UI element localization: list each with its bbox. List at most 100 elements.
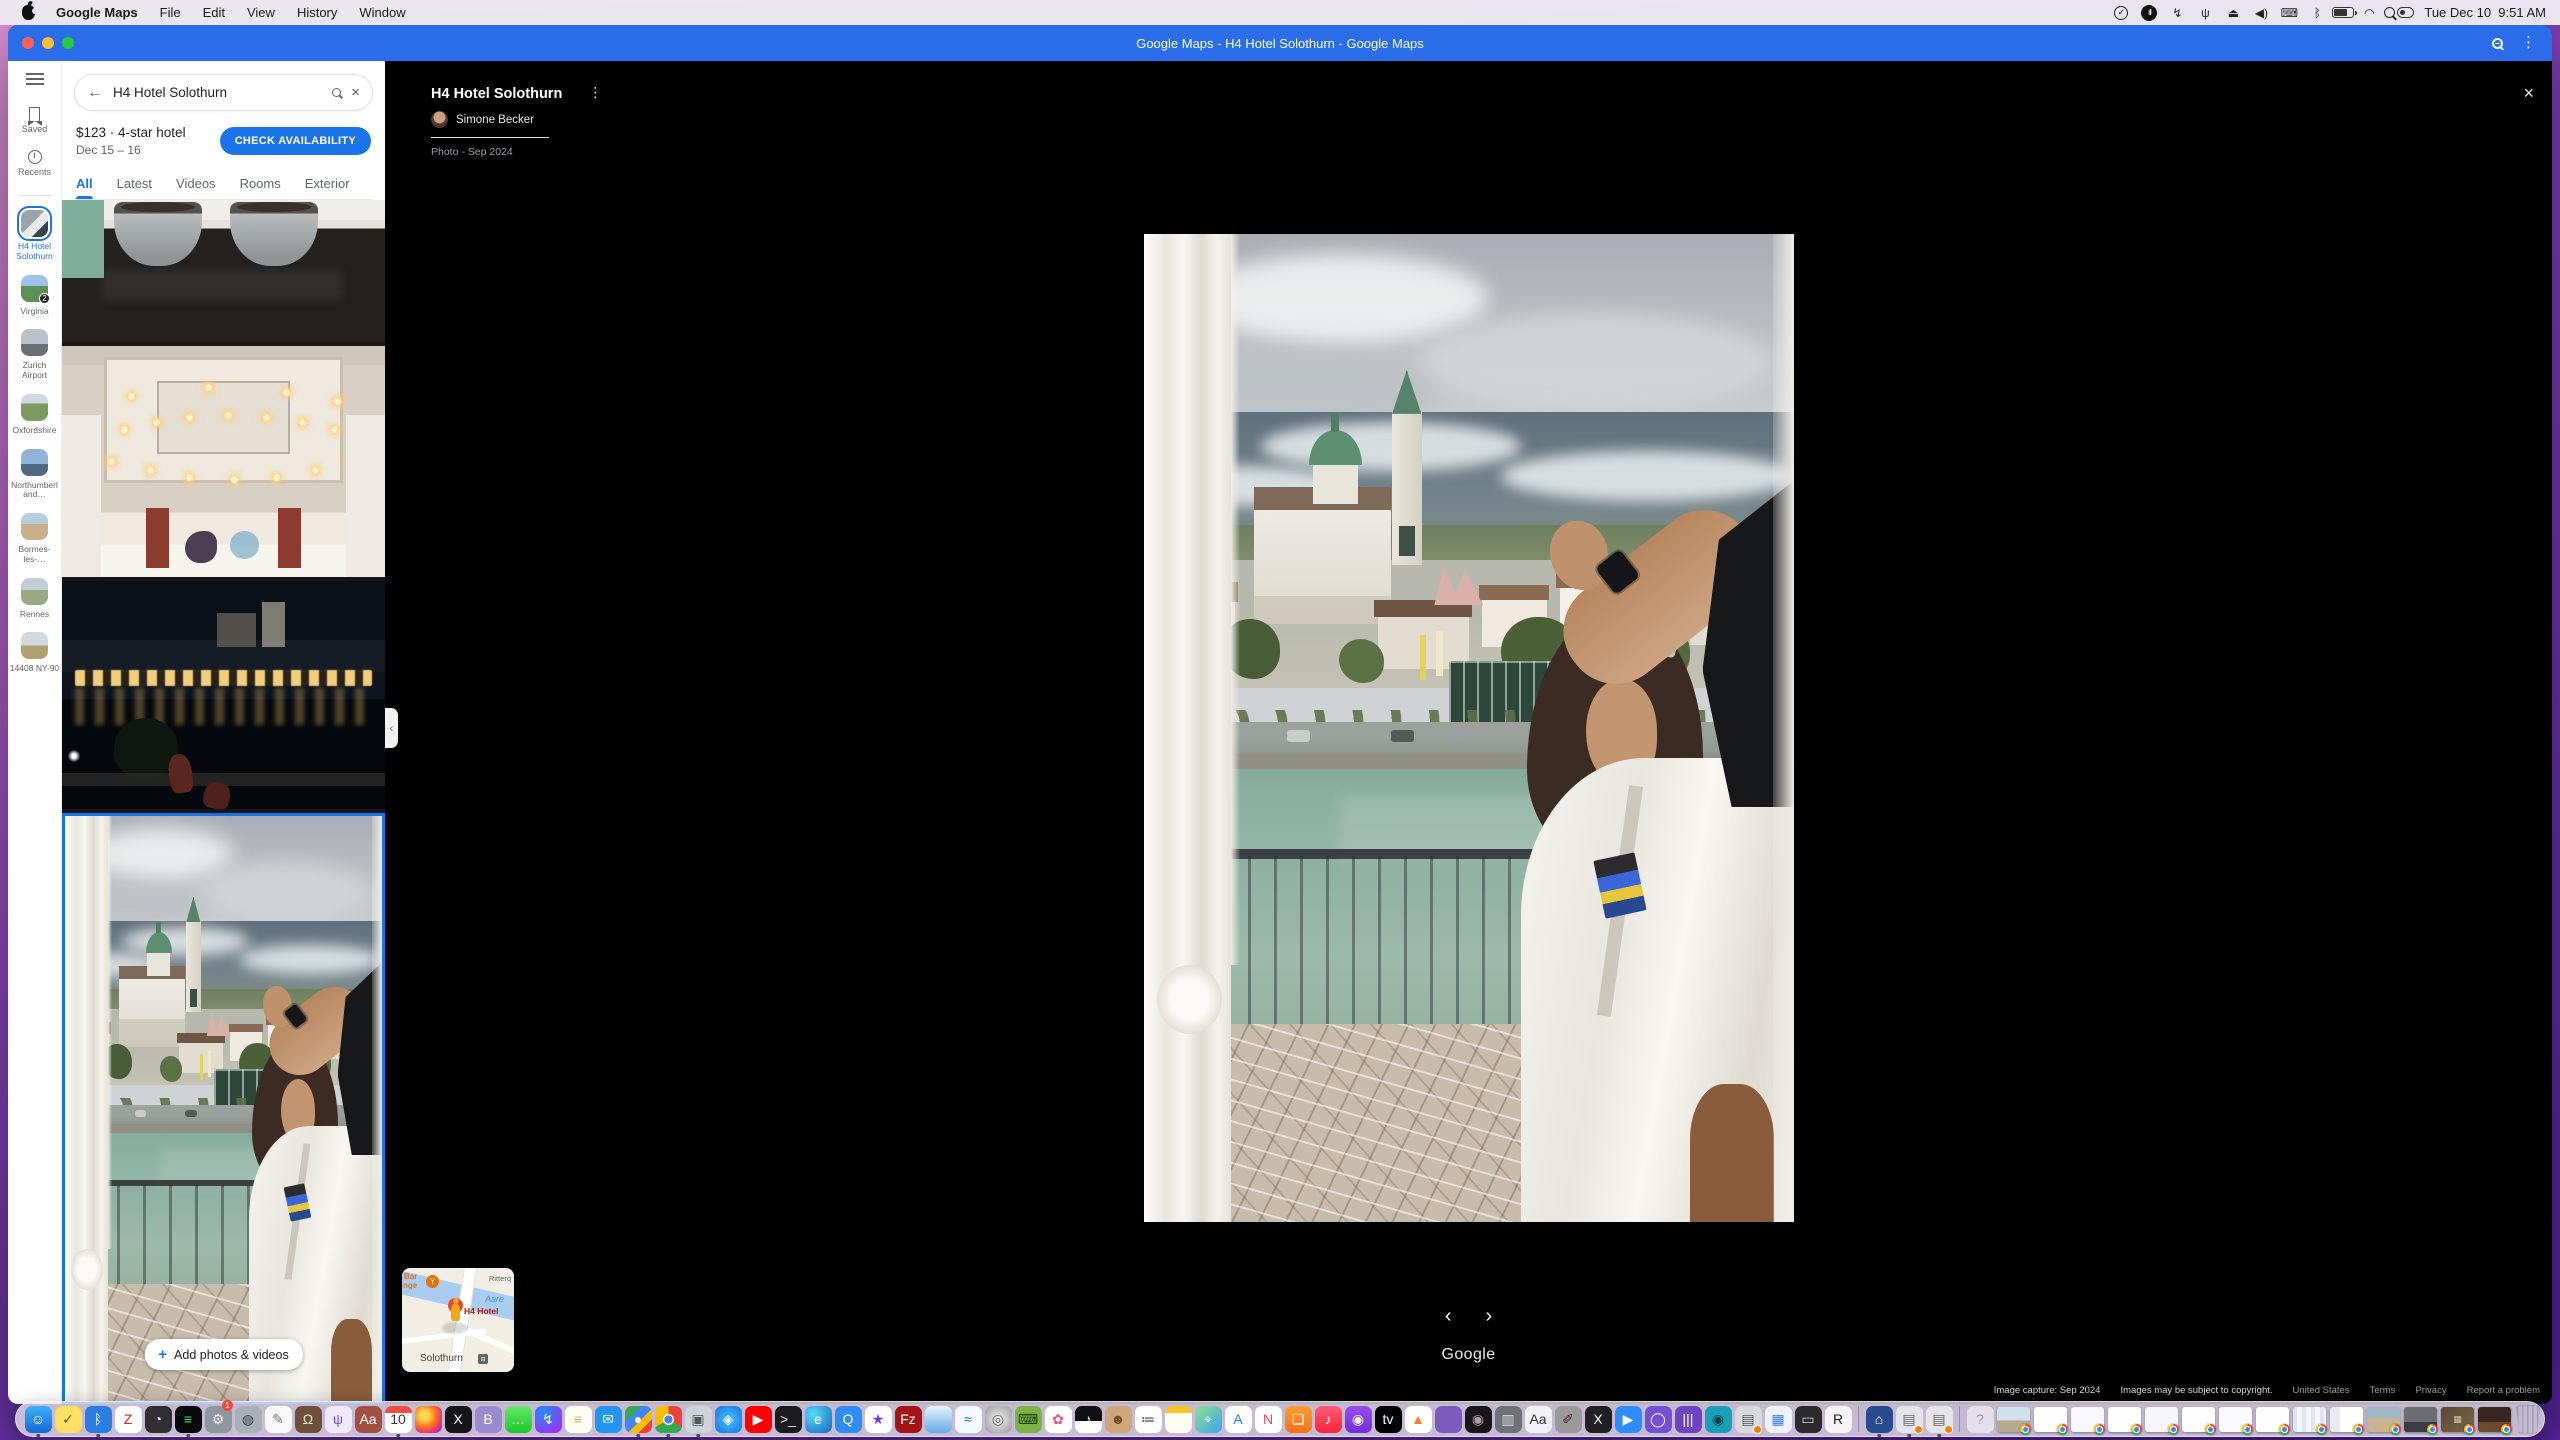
search-magnifier-icon[interactable] — [332, 88, 341, 97]
status-icon[interactable]: ◀) — [2248, 4, 2274, 22]
status-icon[interactable] — [2397, 7, 2414, 18]
hamburger-menu-icon[interactable] — [26, 73, 44, 85]
dock-icon-finder[interactable]: ☺ — [24, 1402, 52, 1436]
fine-print-item[interactable]: Report a problem — [2467, 1385, 2540, 1396]
status-icon[interactable]: ✓ — [2108, 4, 2134, 22]
dock-icon-edge[interactable]: e — [804, 1402, 832, 1436]
fine-print-item[interactable]: Privacy — [2415, 1385, 2446, 1396]
dock-icon-printer-chat-app[interactable]: ▤ — [1734, 1402, 1762, 1436]
dock-icon-openoffice[interactable]: ≈ — [954, 1402, 982, 1436]
dock-icon-vlc[interactable]: ▲ — [1404, 1402, 1432, 1436]
dock-icon-task-check-app[interactable]: ✓ — [54, 1402, 82, 1436]
search-input[interactable]: H4 Hotel Solothurn — [113, 85, 322, 100]
dock-icon-piano-app[interactable]: ♪ — [1074, 1402, 1102, 1436]
dock-icon-minimized-list-window[interactable] — [2329, 1402, 2364, 1436]
dock-icon-minimized-chrome-page[interactable] — [2218, 1402, 2253, 1436]
dock-icon-disk-utility[interactable]: ◍ — [234, 1402, 262, 1436]
dock-icon-print-center-blue[interactable]: ▦ — [1764, 1402, 1792, 1436]
dock-icon-stickies[interactable]: ≡ — [564, 1402, 592, 1436]
dock-icon-minimized-beach-photo[interactable] — [2366, 1402, 2401, 1436]
fine-print-item[interactable]: United States — [2293, 1385, 2350, 1396]
hotel-dates[interactable]: Dec 15 – 16 — [76, 143, 186, 157]
fine-print-item[interactable]: Terms — [2370, 1385, 2396, 1396]
dock-icon-frog-keyboard-app[interactable]: ⌨ — [1014, 1402, 1042, 1436]
menu-item[interactable]: Google Maps — [45, 5, 149, 20]
status-icon[interactable]: ↯ — [2164, 4, 2190, 22]
collapse-panel-handle[interactable]: ‹ — [385, 708, 398, 748]
apple-menu-icon[interactable] — [22, 5, 35, 20]
dock-icon-app-store[interactable]: A — [1224, 1402, 1252, 1436]
recent-place-item[interactable]: Bormes-les-… — [9, 513, 61, 565]
menu-item[interactable]: History — [286, 5, 348, 20]
dock-icon-audio-wave-app[interactable]: ||| — [1674, 1402, 1702, 1436]
dock-icon-hooded-figure-app[interactable]: Ω — [294, 1402, 322, 1436]
dock-icon-dictionary[interactable]: Aa — [354, 1402, 382, 1436]
dock-icon-minimized-dark-art[interactable] — [2477, 1402, 2512, 1436]
dock-icon-separator[interactable] — [1955, 1402, 1964, 1436]
photo-tab[interactable]: Exterior — [305, 167, 350, 199]
sidebar-item-saved[interactable]: Saved — [22, 107, 48, 134]
more-menu-icon[interactable]: ⋮ — [2521, 38, 2536, 48]
dock-icon-font-book[interactable]: Aa — [1524, 1402, 1552, 1436]
dock-icon-x11[interactable]: X — [1584, 1402, 1612, 1436]
status-icon[interactable]: ⌨ — [2276, 4, 2302, 22]
dock-icon-screenshot-utility[interactable]: ▣ — [684, 1402, 712, 1436]
add-photos-button[interactable]: + Add photos & videos — [144, 1339, 302, 1370]
menu-item[interactable]: View — [236, 5, 286, 20]
dock-icon-notes[interactable] — [1164, 1402, 1192, 1436]
dock-icon-terminal[interactable]: >_ — [774, 1402, 802, 1436]
dock-icon-printer-badge-1[interactable]: ▤ — [1895, 1402, 1923, 1436]
dock-icon-minimized-chrome-page[interactable] — [2107, 1402, 2142, 1436]
status-icon[interactable]: ψ — [2192, 4, 2218, 22]
dock-icon-google-maps[interactable]: ● — [624, 1402, 652, 1436]
dock-icon-loopback-app[interactable]: ◯ — [1644, 1402, 1672, 1436]
photo-tab[interactable]: Videos — [176, 167, 216, 199]
dock-icon-system-settings[interactable]: ⚙ 1 — [204, 1402, 232, 1436]
recent-place-item[interactable]: Zurich Airport — [9, 329, 61, 381]
previous-photo-button[interactable]: ‹ — [1445, 1308, 1452, 1324]
thumbnail-balcony-selected[interactable] — [62, 813, 385, 1404]
dock-icon-printer-badge-2[interactable]: ▤ — [1925, 1402, 1953, 1436]
dock-icon-minimized-chrome-page[interactable] — [2033, 1402, 2068, 1436]
recent-place-item[interactable]: H4 Hotel Solothurn — [9, 210, 61, 262]
dock-icon-youtube[interactable]: ▶ — [744, 1402, 772, 1436]
recent-place-item[interactable]: Oxfordshire — [9, 394, 61, 436]
dock-icon-messages[interactable]: … — [504, 1402, 532, 1436]
dock-icon-webcam-app[interactable]: ◉ — [1704, 1402, 1732, 1436]
dock-icon-photos[interactable]: ✿ — [1044, 1402, 1072, 1436]
search-box[interactable]: ← H4 Hotel Solothurn × — [74, 74, 373, 111]
dock-icon-filezilla[interactable]: Fz — [894, 1402, 922, 1436]
main-photo[interactable] — [1144, 234, 1794, 1222]
dock-icon-vinyl-record-app[interactable]: ◉ — [1464, 1402, 1492, 1436]
search-icon[interactable] — [2492, 38, 2503, 49]
dock-icon-zinio[interactable]: Z — [114, 1402, 142, 1436]
thumbnail-coffee-cups[interactable] — [62, 200, 385, 342]
pegman-icon[interactable] — [451, 1304, 460, 1321]
dock-icon-r-app[interactable]: R — [1824, 1402, 1852, 1436]
dock-icon-speedometer-app[interactable]: ◔ — [144, 1402, 172, 1436]
dock-icon-equalizer-app[interactable]: ≡ — [174, 1402, 202, 1436]
dock-icon-usb-utility[interactable]: ψ — [324, 1402, 352, 1436]
dock-icon-separator[interactable] — [1854, 1402, 1863, 1436]
status-icon[interactable]: ◠ — [2356, 4, 2382, 22]
close-photo-icon[interactable]: × — [2523, 83, 2534, 104]
fine-print-item[interactable]: Image capture: Sep 2024 — [1994, 1385, 2101, 1396]
dock-icon-messenger[interactable]: ↯ — [534, 1402, 562, 1436]
dock-icon-printer-black[interactable]: ▭ — [1794, 1402, 1822, 1436]
dock-icon-minimized-art-frame[interactable]: ▦ — [2440, 1402, 2475, 1436]
dock-icon-bbedit[interactable]: B — [474, 1402, 502, 1436]
dock-icon-mail[interactable]: ✉ — [594, 1402, 622, 1436]
dock-icon-news-app[interactable]: N — [1254, 1402, 1282, 1436]
dock-icon-contacts[interactable]: ☻ — [1104, 1402, 1132, 1436]
thumbnail-hotel-hall[interactable] — [62, 346, 385, 577]
status-icon[interactable]: ⏏ — [2220, 4, 2246, 22]
photo-tab[interactable]: All — [76, 167, 93, 199]
fine-print-item[interactable]: Images may be subject to copyright. — [2120, 1385, 2272, 1396]
menu-item[interactable]: Window — [348, 5, 416, 20]
dock-icon-trash[interactable] — [2514, 1402, 2542, 1436]
dock-icon-minimized-doc-window[interactable] — [2292, 1402, 2327, 1436]
dock-icon-zoom[interactable]: ▶ — [1614, 1402, 1642, 1436]
menu-bar-clock[interactable]: Tue Dec 10 9:51 AM — [2424, 5, 2546, 20]
dock-icon-podcasts[interactable]: ◉ — [1344, 1402, 1372, 1436]
dock-icon-apple-tv[interactable]: tv — [1374, 1402, 1402, 1436]
